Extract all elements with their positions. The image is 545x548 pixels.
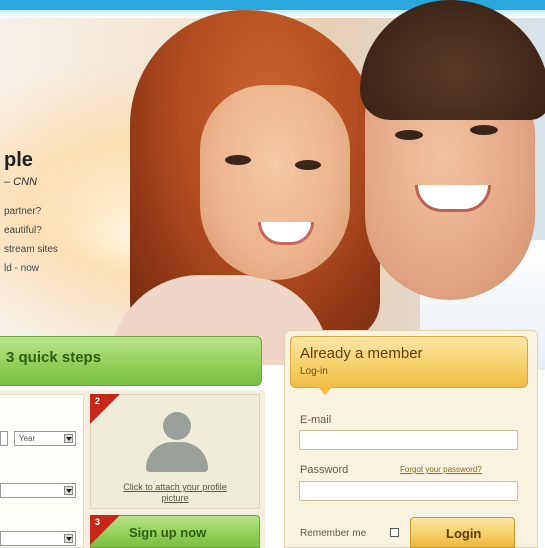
remember-me-label: Remember me <box>300 528 367 539</box>
man-eye-right <box>470 125 498 135</box>
step-number: 3 <box>95 517 101 527</box>
tagline-line: partner? <box>4 206 42 217</box>
attach-picture-link[interactable]: Click to attach your profile picture <box>115 482 235 504</box>
year-select[interactable]: Year <box>14 431 76 446</box>
member-title: Already a member <box>300 345 423 362</box>
tagline-line: ld - now <box>4 263 40 274</box>
steps-label: 3 quick steps <box>6 349 102 366</box>
member-header: Already a member Log-in <box>290 336 528 388</box>
sign-up-label: Sign up now <box>129 525 207 540</box>
login-label: Login <box>446 526 482 541</box>
man-eye-left <box>395 130 423 140</box>
signup-fields-column <box>0 394 84 548</box>
password-label: Password <box>300 464 349 476</box>
header-pointer <box>318 387 332 395</box>
step-number: 2 <box>95 396 101 406</box>
tagline-title: ple <box>4 149 33 171</box>
tagline-line: eautiful? <box>4 225 42 236</box>
year-select-value: Year <box>19 434 36 443</box>
member-subtitle: Log-in <box>300 366 328 377</box>
forgot-password-link[interactable]: Forgot your password? <box>400 465 482 474</box>
remember-me-checkbox[interactable] <box>390 528 399 537</box>
woman-face <box>200 85 350 280</box>
region-select[interactable] <box>0 531 76 546</box>
password-field[interactable] <box>299 481 518 501</box>
woman-eye-right <box>295 160 321 170</box>
avatar-icon <box>163 412 191 440</box>
chevron-down-icon <box>64 534 73 543</box>
chevron-down-icon <box>64 486 73 495</box>
steps-header: 3 quick steps <box>0 336 262 386</box>
day-select[interactable] <box>0 431 8 446</box>
tagline-line: stream sites <box>4 244 58 255</box>
login-button[interactable]: Login <box>410 517 515 548</box>
tagline-source: – CNN <box>4 176 38 188</box>
tagline-lines: partner? eautiful? stream sites ld - now <box>4 202 58 278</box>
hero-tagline: ple – CNN partner? eautiful? stream site… <box>4 150 58 278</box>
email-field[interactable] <box>299 430 518 450</box>
email-label: E-mail <box>300 414 332 426</box>
country-select[interactable] <box>0 483 76 498</box>
woman-eye-left <box>225 155 251 165</box>
chevron-down-icon <box>64 434 73 443</box>
